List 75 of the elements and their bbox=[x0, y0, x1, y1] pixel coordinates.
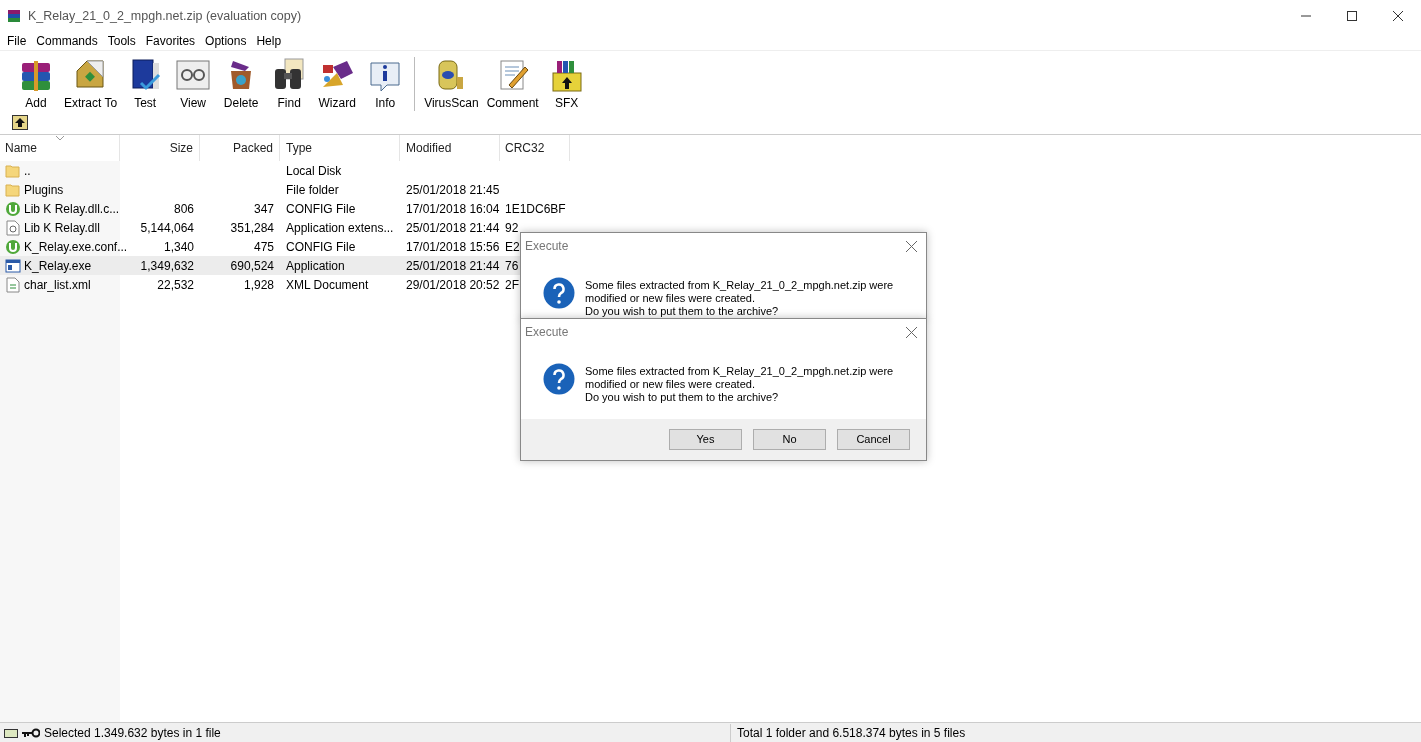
toolbar-button[interactable]: Delete bbox=[217, 57, 266, 112]
table-cell: 690,524 bbox=[230, 258, 274, 273]
table-cell: 25/01/2018 21:45 bbox=[406, 182, 500, 197]
table-cell: 17/01/2018 15:56 bbox=[406, 239, 500, 254]
toolbar-button[interactable]: Add bbox=[12, 57, 60, 112]
toolbar-button[interactable]: View bbox=[169, 57, 218, 112]
table-cell: 475 bbox=[253, 239, 274, 254]
toolbar-button[interactable]: Test bbox=[121, 57, 170, 112]
column-header[interactable]: Name bbox=[0, 135, 120, 161]
status-text: Selected 1.349.632 bytes in 1 file bbox=[44, 724, 221, 742]
file-name: Lib K Relay.dll bbox=[24, 219, 100, 237]
dialog-title: Execute bbox=[525, 238, 569, 255]
table-cell: 92 bbox=[505, 220, 519, 235]
file-name: .. bbox=[24, 162, 31, 180]
menu-item[interactable]: Commands bbox=[31, 32, 103, 50]
file-row[interactable]: char_list.xml 22,532 1,928 XML Document 29/01/2018 20:52 2F bbox=[0, 275, 520, 294]
file-row[interactable]: Lib K Relay.dll.c... 806 347 CONFIG File 17/01/2018 16:04 1E1DC6BF bbox=[0, 199, 570, 218]
table-cell: 25/01/2018 21:44 bbox=[406, 220, 500, 235]
column-header[interactable]: CRC32 bbox=[500, 135, 570, 161]
table-cell: E2 bbox=[505, 239, 520, 254]
dialog-button[interactable]: No bbox=[753, 429, 826, 450]
table-cell: 806 bbox=[173, 201, 194, 216]
file-row[interactable]: Lib K Relay.dll 5,144,064 351,284 Application extens... 25/01/2018 21:44 92 bbox=[0, 218, 520, 237]
table-cell: 29/01/2018 20:52 bbox=[406, 277, 500, 292]
toolbar-button[interactable]: Wizard bbox=[313, 57, 362, 112]
column-header[interactable]: Modified bbox=[400, 135, 500, 161]
file-name: char_list.xml bbox=[24, 276, 91, 294]
menu-item[interactable]: Help bbox=[251, 32, 287, 50]
table-cell: 22,532 bbox=[157, 277, 194, 292]
table-cell: XML Document bbox=[286, 277, 369, 292]
dialog-title: Execute bbox=[525, 324, 569, 341]
table-cell: 2F bbox=[505, 277, 519, 292]
file-row[interactable]: .. Local Disk bbox=[0, 161, 570, 180]
menu-item[interactable]: Options bbox=[200, 32, 252, 50]
column-header[interactable]: Packed bbox=[200, 135, 280, 161]
dialog-message: Some files extracted from K_Relay_21_0_2_mpgh.net.zip were modified or new files were created. Do you wish to put them to the archive? bbox=[585, 279, 894, 318]
file-row[interactable]: K_Relay.exe.conf... 1,340 475 CONFIG File 17/01/2018 15:56 E2 bbox=[0, 237, 520, 256]
column-header[interactable]: Size bbox=[120, 135, 200, 161]
file-name: Lib K Relay.dll.c... bbox=[24, 200, 120, 218]
dialog-button[interactable]: Yes bbox=[669, 429, 742, 450]
column-header[interactable]: Type bbox=[280, 135, 400, 161]
toolbar-button[interactable]: Comment bbox=[482, 57, 543, 112]
file-row[interactable]: K_Relay.exe 1,349,632 690,524 Application 25/01/2018 21:44 76 bbox=[0, 256, 520, 275]
toolbar-button[interactable]: Info bbox=[361, 57, 410, 112]
toolbar-button[interactable]: Find bbox=[265, 57, 314, 112]
file-row[interactable]: Plugins File folder 25/01/2018 21:45 bbox=[0, 180, 570, 199]
menu-item[interactable]: File bbox=[2, 32, 32, 50]
file-name: K_Relay.exe bbox=[24, 257, 92, 275]
menu-item[interactable]: Favorites bbox=[140, 32, 201, 50]
table-cell: 1E1DC6BF bbox=[505, 201, 566, 216]
file-name: K_Relay.exe.conf... bbox=[24, 238, 128, 256]
table-cell: 1,340 bbox=[163, 239, 194, 254]
table-cell: 1,928 bbox=[243, 277, 274, 292]
dialog-message: Some files extracted from K_Relay_21_0_2_mpgh.net.zip were modified or new files were created. Do you wish to put them to the archive? bbox=[585, 365, 894, 404]
table-cell: 351,284 bbox=[230, 220, 274, 235]
window-title: K_Relay_21_0_2_mpgh.net.zip (evaluation copy) bbox=[28, 7, 302, 25]
table-cell: 1,349,632 bbox=[140, 258, 194, 273]
table-cell: Local Disk bbox=[286, 163, 342, 178]
table-cell: CONFIG File bbox=[286, 239, 356, 254]
table-cell: 5,144,064 bbox=[140, 220, 194, 235]
menu-item[interactable]: Tools bbox=[102, 32, 141, 50]
table-cell: CONFIG File bbox=[286, 201, 356, 216]
toolbar-button[interactable]: SFX bbox=[542, 57, 591, 112]
toolbar-button[interactable]: Extract To bbox=[60, 57, 122, 112]
table-cell: Application extens... bbox=[286, 220, 394, 235]
table-cell: Application bbox=[286, 258, 345, 273]
file-name: Plugins bbox=[24, 181, 64, 199]
toolbar-button[interactable]: VirusScan bbox=[420, 57, 483, 112]
table-cell: 347 bbox=[253, 201, 274, 216]
dialog-button[interactable]: Cancel bbox=[837, 429, 910, 450]
table-cell: 25/01/2018 21:44 bbox=[406, 258, 500, 273]
table-cell: File folder bbox=[286, 182, 339, 197]
status-text: Total 1 folder and 6.518.374 bytes in 5 files bbox=[730, 723, 966, 742]
table-cell: 17/01/2018 16:04 bbox=[406, 201, 500, 216]
table-cell: 76 bbox=[505, 258, 519, 273]
